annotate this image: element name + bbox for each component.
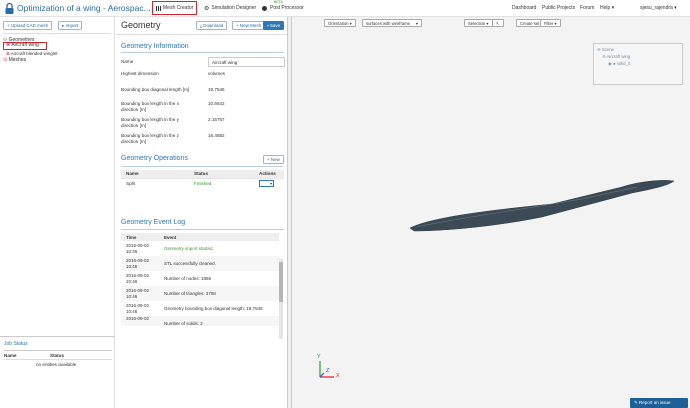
divider bbox=[116, 34, 287, 35]
tree-item-aircraft-wing[interactable]: ⊗ Aircraft wing bbox=[3, 42, 47, 50]
tab-label: Post Processor bbox=[270, 5, 304, 11]
operations-table: Name Status Actions Split Finished ▾ bbox=[121, 170, 284, 189]
tree-meshes[interactable]: ⊙ Meshes bbox=[3, 57, 26, 63]
wing-canvas bbox=[409, 180, 675, 232]
top-navbar: Optimization of a wing - Aerospac... Mes… bbox=[0, 0, 690, 17]
event-log-title: Geometry Event Log bbox=[121, 219, 186, 226]
log-event: Number of triangles: 3708 bbox=[159, 286, 279, 301]
log-time: 2016-09-02 bbox=[121, 316, 159, 326]
bbox-z-label: Bounding box length in the z direction [… bbox=[121, 133, 179, 144]
bbox-z-value: 16.4882 bbox=[208, 133, 225, 138]
highest-dimension-value: volumes bbox=[208, 71, 226, 76]
table-header-row: Time Event bbox=[121, 233, 279, 241]
bbox-x-label: Bounding box length in the x direction [… bbox=[121, 101, 179, 112]
geometry-info-title: Geometry Information bbox=[121, 43, 189, 50]
log-time: 2016-09-02 10:46 bbox=[126, 273, 150, 284]
table-row: 2016-09-02 10:46 Geometry bounding box d… bbox=[121, 301, 279, 316]
name-label: Name bbox=[121, 59, 134, 64]
log-event: STL successfully cleaned. bbox=[159, 256, 279, 271]
divider bbox=[4, 350, 112, 351]
import-button[interactable]: ▸ Import bbox=[58, 21, 83, 30]
help-menu[interactable]: Help ▾ bbox=[600, 5, 614, 11]
op-actions: ▾ bbox=[254, 177, 284, 189]
bbox-y-label: Bounding box length in the y direction [… bbox=[121, 117, 179, 128]
axis-x-label: X bbox=[336, 373, 340, 379]
new-mesh-button[interactable]: + New Mesh bbox=[232, 21, 266, 30]
download-button[interactable]: ⤓ Download bbox=[196, 21, 228, 30]
project-title[interactable]: Optimization of a wing - Aerospac... bbox=[17, 3, 151, 13]
bbox-diagonal-value: 19.7546 bbox=[208, 87, 225, 92]
viewer-3d[interactable]: Orientation ▾ surfaces with wireframe ▾ S… bbox=[292, 17, 690, 408]
upload-cad-button[interactable]: + Upload CAD mesh bbox=[3, 21, 53, 30]
name-input[interactable]: Aircraft wing bbox=[208, 57, 285, 67]
geometry-operations-title: Geometry Operations bbox=[121, 155, 188, 162]
tab-simulation-designer[interactable]: ⚙ Simulation Designer bbox=[204, 1, 256, 15]
gear-icon: ⚙ bbox=[204, 5, 210, 12]
divider bbox=[4, 359, 112, 360]
forum-link[interactable]: Forum bbox=[580, 5, 594, 11]
log-event: Number of nodes: 1856 bbox=[164, 275, 212, 281]
job-col-name: Name bbox=[4, 353, 17, 358]
op-status: Finished bbox=[189, 177, 254, 189]
bbox-x-value: 10.6642 bbox=[208, 101, 225, 106]
user-menu[interactable]: sjesu_rajendra ▾ bbox=[640, 5, 677, 11]
col-actions: Actions bbox=[254, 170, 284, 178]
divider bbox=[0, 336, 115, 337]
log-event: Geometry bounding box diagonal length: 1… bbox=[164, 305, 263, 311]
log-event: Number of solids: 2 bbox=[159, 316, 279, 326]
tab-label: Mesh Creator bbox=[163, 5, 194, 11]
table-row: 2016-09-02 10:46 Number of triangles: 37… bbox=[121, 286, 279, 301]
save-button[interactable]: ▪ Save bbox=[263, 21, 285, 30]
col-status: Status bbox=[189, 170, 254, 178]
geometry-panel: Geometry ⤓ Download + New Mesh ▪ Save Ge… bbox=[116, 17, 288, 408]
event-log-scroll-thumb[interactable] bbox=[279, 262, 283, 302]
job-empty-text: no entities available bbox=[36, 362, 77, 367]
page-title: Geometry bbox=[121, 20, 161, 30]
log-time: 2016-09-02 10:46 bbox=[121, 256, 159, 271]
bbox-diagonal-label: Bounding box diagonal length [m] bbox=[121, 87, 190, 92]
lock-icon bbox=[5, 3, 14, 14]
axis-z-label: Z bbox=[326, 368, 330, 374]
job-col-status: Status bbox=[50, 353, 65, 358]
new-operation-button[interactable]: + New bbox=[263, 155, 284, 164]
left-panel: + Upload CAD mesh ▸ Import ⊖ Geometries … bbox=[0, 17, 115, 408]
log-time: 2016-09-02 10:46 bbox=[126, 243, 150, 254]
report-issue-button[interactable]: ✎ Report an issue bbox=[630, 398, 688, 408]
circle-icon bbox=[262, 5, 267, 11]
mesh-icon bbox=[156, 5, 161, 11]
op-name: Split bbox=[121, 177, 189, 189]
bbox-y-value: 2.15767 bbox=[208, 117, 225, 122]
tab-label: Simulation Designer bbox=[211, 5, 257, 11]
highest-dimension-label: Highest dimension bbox=[121, 71, 159, 76]
divider bbox=[121, 166, 284, 167]
divider bbox=[121, 52, 284, 53]
table-row: 2016-09-02 10:46 Geometry import started… bbox=[121, 241, 279, 256]
table-row: 2016-09-02 10:46 STL successfully cleane… bbox=[121, 256, 279, 271]
job-status-title: Job Status bbox=[4, 341, 28, 347]
table-row[interactable]: Split Finished ▾ bbox=[121, 177, 284, 189]
event-log-table: Time Event 2016-09-02 10:46 Geometry imp… bbox=[121, 233, 279, 326]
table-row: 2016-09-02 10:46 Number of nodes: 1856 bbox=[121, 271, 279, 286]
table-header-row: Name Status Actions bbox=[121, 170, 284, 178]
divider bbox=[121, 229, 284, 230]
log-event: Geometry import started. bbox=[164, 245, 214, 251]
axis-y-label: Y bbox=[317, 354, 321, 360]
log-time: 2016-09-02 10:46 bbox=[126, 303, 150, 314]
actions-dropdown[interactable]: ▾ bbox=[259, 180, 274, 188]
tab-post-processor[interactable]: Post Processor bbox=[262, 1, 304, 15]
col-event: Event bbox=[159, 233, 279, 241]
table-row: 2016-09-02 Number of solids: 2 bbox=[121, 316, 279, 326]
public-projects-link[interactable]: Public Projects bbox=[542, 5, 575, 11]
col-name: Name bbox=[121, 170, 189, 178]
col-time: Time bbox=[121, 233, 159, 241]
tab-mesh-creator[interactable]: Mesh Creator bbox=[152, 1, 198, 15]
divider bbox=[3, 33, 111, 34]
dashboard-link[interactable]: Dashboard bbox=[512, 5, 536, 11]
log-time: 2016-09-02 10:46 bbox=[121, 286, 159, 301]
